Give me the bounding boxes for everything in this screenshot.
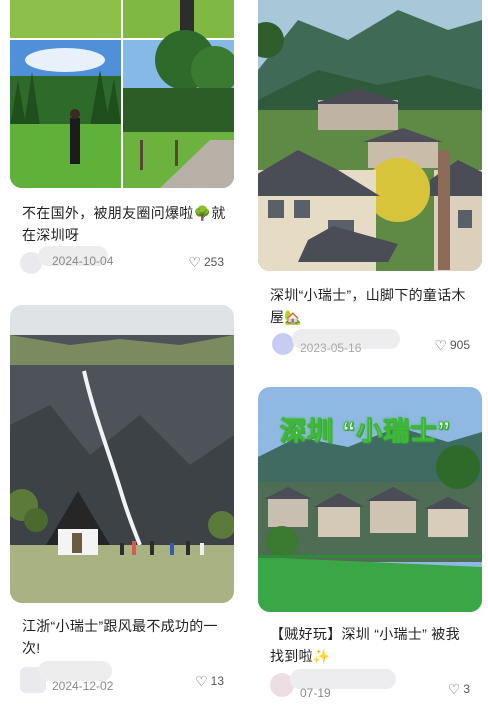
post-2-title[interactable]: 深圳“小瑞士”，山脚下的童话木 屋🏡 bbox=[270, 284, 475, 328]
heart-outline-icon[interactable]: ♡ bbox=[195, 673, 208, 690]
image-caption-overlay: 深圳 “小瑞士” bbox=[279, 416, 452, 447]
post-3-image[interactable] bbox=[10, 305, 234, 603]
post-2-meta: 2023-05-16 ♡ 905 bbox=[272, 329, 470, 357]
park-photo-collage bbox=[10, 0, 234, 188]
post-card-4[interactable]: 深圳 “小瑞士” 【贼好玩】深圳 “小瑞士” 被我 找到啦✨ 07-19 ♡ 3 bbox=[258, 387, 482, 705]
like-count[interactable]: ♡ 3 bbox=[448, 681, 470, 698]
post-3-title-line1: 江浙“小瑞士”跟风最不成功的一 bbox=[22, 618, 218, 634]
post-1-meta: 2024-10-04 ♡ 253 bbox=[20, 246, 224, 274]
post-card-2[interactable]: 深圳“小瑞士”，山脚下的童话木 屋🏡 2023-05-16 ♡ 905 bbox=[258, 0, 482, 365]
post-3-title-line2: 次! bbox=[22, 640, 41, 656]
post-3-meta: 2024-12-02 ♡ 13 bbox=[20, 661, 224, 693]
post-4-title-line1: 【贼好玩】深圳 “小瑞士” 被我 bbox=[270, 626, 460, 642]
post-card-1[interactable]: 不在国外，被朋友圈问爆啦🌳就 在深圳呀 2024-10-04 ♡ 253 bbox=[10, 0, 234, 290]
post-1-image[interactable] bbox=[10, 0, 234, 188]
like-count[interactable]: ♡ 13 bbox=[195, 673, 224, 690]
post-1-title-line2: 在深圳呀 bbox=[22, 227, 80, 243]
swiss-village-photo bbox=[258, 0, 482, 271]
like-count[interactable]: ♡ 253 bbox=[188, 254, 224, 271]
post-4-title[interactable]: 【贼好玩】深圳 “小瑞士” 被我 找到啦✨ bbox=[270, 623, 475, 667]
post-4-image[interactable]: 深圳 “小瑞士” bbox=[258, 387, 482, 612]
post-4-meta: 07-19 ♡ 3 bbox=[270, 669, 470, 700]
post-date: 2024-10-04 bbox=[52, 254, 114, 268]
post-date: 2024-12-02 bbox=[52, 679, 114, 693]
post-card-3[interactable]: 江浙“小瑞士”跟风最不成功的一 次! 2024-12-02 ♡ 13 bbox=[10, 305, 234, 705]
heart-outline-icon[interactable]: ♡ bbox=[188, 254, 201, 271]
author-name-blurred[interactable] bbox=[38, 661, 112, 681]
post-4-title-line2: 找到啦✨ bbox=[270, 648, 331, 664]
heart-outline-icon[interactable]: ♡ bbox=[434, 337, 447, 354]
post-3-title[interactable]: 江浙“小瑞士”跟风最不成功的一 次! bbox=[22, 615, 227, 659]
post-date: 2023-05-16 bbox=[300, 341, 362, 355]
post-1-title-line1: 不在国外，被朋友圈问爆啦🌳就 bbox=[22, 205, 226, 221]
post-2-title-line2: 屋🏡 bbox=[270, 309, 303, 325]
waterfall-cabin-photo bbox=[10, 305, 234, 603]
avatar[interactable] bbox=[272, 333, 294, 355]
post-date: 07-19 bbox=[300, 686, 331, 700]
like-count[interactable]: ♡ 905 bbox=[434, 337, 470, 354]
heart-outline-icon[interactable]: ♡ bbox=[448, 681, 461, 698]
post-2-title-line1: 深圳“小瑞士”，山脚下的童话木 bbox=[270, 287, 466, 303]
post-2-image[interactable] bbox=[258, 0, 482, 271]
post-1-title[interactable]: 不在国外，被朋友圈问爆啦🌳就 在深圳呀 bbox=[22, 202, 227, 246]
